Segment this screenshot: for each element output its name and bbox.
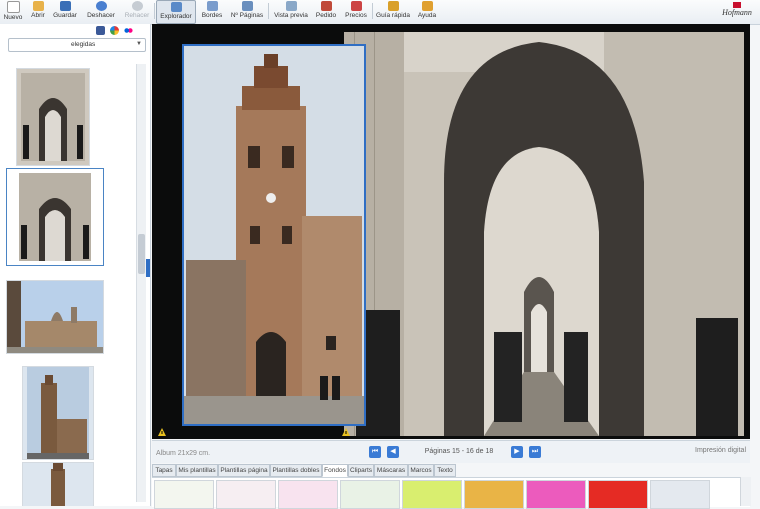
- tab-cliparts[interactable]: Cliparts: [348, 464, 374, 477]
- swatches-scrollbar[interactable]: [740, 477, 751, 506]
- arch-corridor-photo: [7, 169, 103, 265]
- photo-sidebar: elegidas ▼: [0, 24, 151, 506]
- photo-filter-select[interactable]: elegidas ▼: [8, 38, 146, 52]
- new-file-icon: [6, 1, 20, 13]
- background-swatch[interactable]: [526, 480, 586, 509]
- preview-button[interactable]: Vista previa: [272, 0, 310, 22]
- toolbar-separator: [268, 3, 269, 19]
- album-size-label: Album 21x29 cm.: [156, 450, 211, 457]
- first-page-button[interactable]: ⏮: [369, 446, 381, 458]
- redo-icon: [131, 1, 143, 11]
- explorer-icon: [170, 2, 182, 12]
- picasa-icon[interactable]: [109, 26, 119, 35]
- main-toolbar: Nuevo Abrir Guardar Deshacer Rehacer Exp…: [0, 0, 760, 25]
- tab-mascaras[interactable]: Máscaras: [374, 464, 408, 477]
- borders-button[interactable]: Bordes: [199, 0, 225, 22]
- background-swatch[interactable]: [588, 480, 648, 509]
- tab-texto[interactable]: Texto: [434, 464, 456, 477]
- pages-icon: [241, 1, 253, 11]
- scrollbar-thumb[interactable]: [138, 234, 145, 274]
- order-button[interactable]: Pedido: [314, 0, 338, 22]
- preview-icon: [285, 1, 297, 11]
- open-button[interactable]: Abrir: [27, 0, 49, 22]
- facebook-icon[interactable]: [96, 26, 105, 35]
- arch-corridor-image: [344, 32, 744, 436]
- photo-thumbnail-list: [4, 62, 136, 506]
- quick-guide-icon: [387, 1, 399, 11]
- tower-photo: [23, 367, 93, 459]
- arch-corridor-page-photo[interactable]: [344, 32, 744, 436]
- page-indicator: Páginas 15 - 16 de 18: [424, 448, 494, 455]
- tab-plantillas-dobles[interactable]: Plantillas dobles: [270, 464, 322, 477]
- order-icon: [320, 1, 332, 11]
- new-button[interactable]: Nuevo: [2, 0, 24, 22]
- prices-icon: [350, 1, 362, 11]
- toolbar-separator: [372, 3, 373, 19]
- last-page-button[interactable]: ⏭: [529, 446, 541, 458]
- social-icons: [96, 26, 136, 36]
- borders-icon: [206, 1, 218, 11]
- redo-button[interactable]: Rehacer: [122, 0, 152, 22]
- photo-thumbnail-selected[interactable]: [6, 168, 104, 266]
- save-button[interactable]: Guardar: [52, 0, 78, 22]
- help-button[interactable]: Ayuda: [416, 0, 438, 22]
- next-page-button[interactable]: ▶: [511, 446, 523, 458]
- tab-fondos[interactable]: Fondos: [322, 464, 348, 477]
- tab-marcos[interactable]: Marcos: [408, 464, 434, 477]
- warning-icon[interactable]: [342, 428, 350, 436]
- background-swatch[interactable]: [154, 480, 214, 509]
- background-swatch[interactable]: [216, 480, 276, 509]
- undo-button[interactable]: Deshacer: [85, 0, 117, 22]
- chevron-down-icon: ▼: [136, 41, 142, 47]
- background-swatch[interactable]: [278, 480, 338, 509]
- background-swatch[interactable]: [650, 480, 710, 509]
- photo-thumbnail[interactable]: [22, 366, 94, 460]
- tab-mis-plantillas[interactable]: Mis plantillas: [176, 464, 218, 477]
- mudejar-tower-image: [184, 46, 364, 424]
- background-swatch[interactable]: [402, 480, 462, 509]
- background-swatches: [152, 477, 750, 509]
- prices-button[interactable]: Precios: [343, 0, 369, 22]
- tab-tapas[interactable]: Tapas: [152, 464, 176, 477]
- help-icon: [421, 1, 433, 11]
- background-swatch[interactable]: [340, 480, 400, 509]
- explorer-button[interactable]: Explorador: [156, 0, 196, 24]
- photo-thumbnail[interactable]: [16, 68, 90, 166]
- save-icon: [59, 1, 71, 11]
- quick-guide-button[interactable]: Guía rápida: [375, 0, 411, 22]
- arch-corridor-photo: [17, 69, 89, 165]
- warning-icon[interactable]: [158, 428, 166, 436]
- status-bar: Album 21x29 cm. ⏮ ◀ Páginas 15 - 16 de 1…: [152, 440, 750, 463]
- teruel-tower-page-photo[interactable]: [182, 44, 366, 426]
- album-canvas: [152, 24, 750, 439]
- background-swatch[interactable]: [464, 480, 524, 509]
- open-folder-icon: [32, 1, 44, 11]
- flickr-icon[interactable]: [123, 26, 133, 35]
- tower-photo: [23, 463, 93, 506]
- toolbar-separator: [154, 3, 155, 19]
- print-type-label: Impresión digital: [695, 447, 746, 454]
- pages-button[interactable]: Nº Páginas: [229, 0, 265, 22]
- tab-plantillas-pagina[interactable]: Plantillas página: [218, 464, 270, 477]
- photo-thumbnail[interactable]: [6, 280, 104, 354]
- photo-thumbnail[interactable]: [22, 462, 94, 506]
- sidebar-collapse-handle[interactable]: [146, 259, 150, 277]
- thumbnail-scrollbar[interactable]: [136, 64, 146, 502]
- hofmann-logo: Hofmann: [718, 2, 756, 22]
- resource-tabs: Tapas Mis plantillas Plantillas página P…: [152, 464, 750, 477]
- undo-icon: [95, 1, 107, 11]
- cathedral-photo: [7, 281, 103, 353]
- prev-page-button[interactable]: ◀: [387, 446, 399, 458]
